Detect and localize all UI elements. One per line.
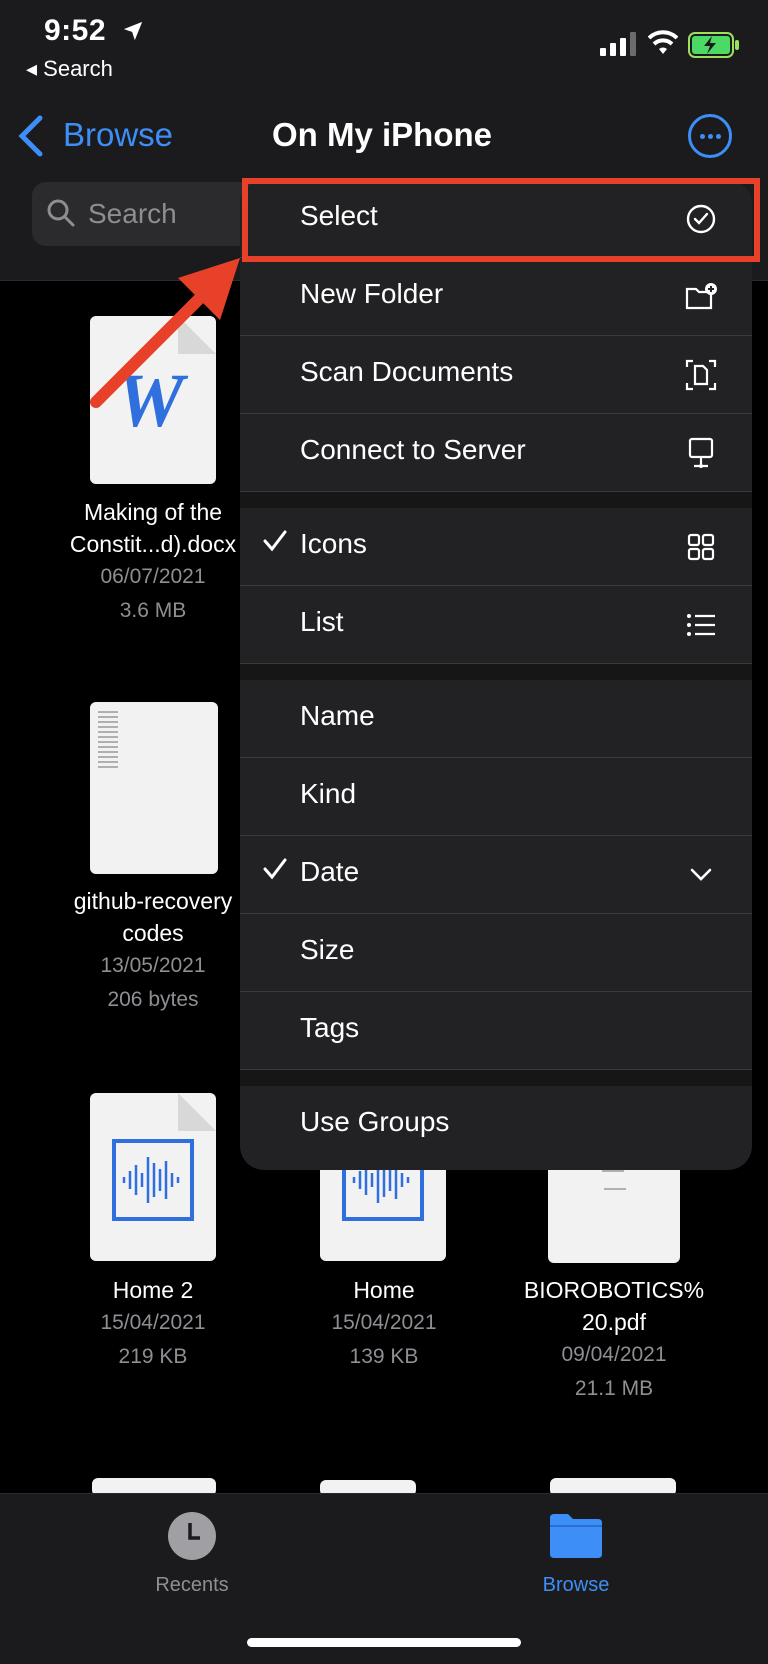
tab-recents[interactable]: Recents <box>92 1510 292 1597</box>
back-button[interactable]: Browse <box>63 116 173 154</box>
clock-icon <box>168 1512 216 1560</box>
status-bar: 9:52 ◂ Search <box>0 0 768 90</box>
menu-item-new-folder[interactable]: New Folder <box>240 258 752 336</box>
file-date: 09/04/2021 <box>561 1343 667 1366</box>
file-date: 13/05/2021 <box>100 954 206 977</box>
file-size: 206 bytes <box>107 988 199 1011</box>
page-title: On My iPhone <box>272 116 493 153</box>
file-name: Constit...d).docx <box>69 531 237 557</box>
chevron-left-icon[interactable] <box>16 114 46 158</box>
chevron-down-icon <box>690 868 712 881</box>
file-size: 21.1 MB <box>574 1377 654 1400</box>
tab-label: Browse <box>542 1574 610 1596</box>
battery-charging-icon <box>688 32 739 58</box>
file-item[interactable]: Home 2 15/04/2021 219 KB <box>53 1274 253 1374</box>
folder-add-icon <box>685 283 717 310</box>
more-options-menu: Select New Folder Scan Documents Connect… <box>240 180 752 1170</box>
server-display-icon <box>688 437 714 468</box>
annotation-arrow-icon <box>90 258 240 408</box>
location-arrow-icon <box>123 21 143 41</box>
file-size: 139 KB <box>349 1345 419 1368</box>
search-placeholder: Search <box>88 198 177 229</box>
menu-item-sort-date[interactable]: Date <box>240 836 752 914</box>
list-icon <box>687 614 715 636</box>
menu-item-use-groups[interactable]: Use Groups <box>240 1086 752 1164</box>
file-item[interactable]: BIOROBOTICS% 20.pdf 09/04/2021 21.1 MB <box>514 1274 714 1406</box>
file-name: github-recovery <box>73 888 233 914</box>
scan-document-icon <box>685 359 717 391</box>
file-name: Home <box>353 1277 415 1303</box>
file-name: codes <box>122 920 184 946</box>
menu-item-scan-documents[interactable]: Scan Documents <box>240 336 752 414</box>
menu-separator <box>240 664 752 680</box>
menu-item-sort-kind[interactable]: Kind <box>240 758 752 836</box>
file-name: Making of the <box>83 499 223 525</box>
file-date: 15/04/2021 <box>331 1311 437 1334</box>
menu-item-icons[interactable]: Icons <box>240 508 752 586</box>
file-name: Home 2 <box>112 1277 194 1303</box>
menu-separator <box>240 492 752 508</box>
tab-label: Recents <box>155 1574 229 1596</box>
file-date: 06/07/2021 <box>100 565 206 588</box>
menu-item-sort-size[interactable]: Size <box>240 914 752 992</box>
file-date: 15/04/2021 <box>100 1311 206 1334</box>
file-item[interactable]: Making of the Constit...d).docx 06/07/20… <box>53 496 253 628</box>
menu-item-list[interactable]: List <box>240 586 752 664</box>
checkmark-icon <box>263 530 287 552</box>
menu-item-sort-name[interactable]: Name <box>240 680 752 758</box>
more-options-button[interactable] <box>688 114 732 158</box>
ellipsis-icon <box>700 134 705 139</box>
highlight-box <box>242 178 760 262</box>
wifi-icon <box>648 30 678 54</box>
file-item[interactable]: github-recovery codes 13/05/2021 206 byt… <box>53 885 253 1017</box>
file-item[interactable]: Home 15/04/2021 139 KB <box>284 1274 484 1374</box>
home-indicator <box>247 1638 521 1647</box>
cellular-signal-icon <box>600 32 636 56</box>
menu-item-connect-to-server[interactable]: Connect to Server <box>240 414 752 492</box>
file-name: BIOROBOTICS% <box>523 1277 705 1303</box>
folder-icon <box>550 1514 602 1558</box>
grid-icon <box>687 533 715 561</box>
checkmark-icon <box>263 858 287 880</box>
status-time: 9:52 <box>44 14 107 47</box>
audio-file-icon[interactable] <box>90 1093 216 1261</box>
menu-separator <box>240 1070 752 1086</box>
file-size: 219 KB <box>118 1345 188 1368</box>
search-icon <box>47 199 75 227</box>
text-doc-icon[interactable] <box>90 702 218 874</box>
menu-item-sort-tags[interactable]: Tags <box>240 992 752 1070</box>
tab-browse[interactable]: Browse <box>476 1510 676 1597</box>
file-name: 20.pdf <box>582 1309 646 1335</box>
back-to-app-link[interactable]: ◂ Search <box>26 56 113 82</box>
file-size: 3.6 MB <box>119 599 187 622</box>
